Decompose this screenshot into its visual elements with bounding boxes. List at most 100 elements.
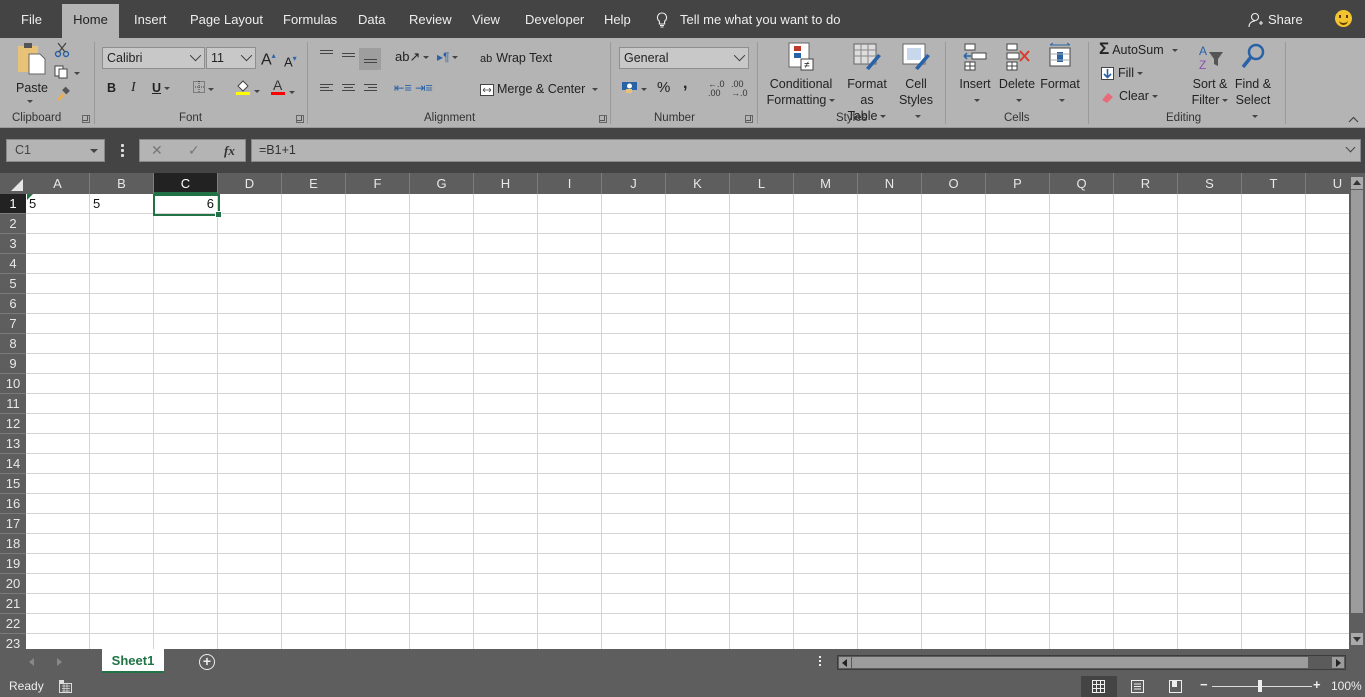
scroll-down-arrow-icon[interactable] xyxy=(1351,633,1363,645)
font-size-select[interactable]: 11 xyxy=(206,47,256,69)
share-button[interactable]: Share xyxy=(1248,4,1303,35)
row-header-2[interactable]: 2 xyxy=(0,214,26,234)
row-header-21[interactable]: 21 xyxy=(0,594,26,614)
row-header-12[interactable]: 12 xyxy=(0,414,26,434)
column-header-k[interactable]: K xyxy=(666,173,730,194)
scroll-left-arrow-icon[interactable] xyxy=(839,657,851,668)
paste-button[interactable]: Paste xyxy=(14,42,48,106)
row-header-14[interactable]: 14 xyxy=(0,454,26,474)
fill-color-button[interactable] xyxy=(235,79,260,99)
row-header-6[interactable]: 6 xyxy=(0,294,26,314)
copy-icon[interactable] xyxy=(54,65,82,79)
tab-help[interactable]: Help xyxy=(594,4,641,38)
cell-error-indicator-icon[interactable] xyxy=(27,194,33,200)
feedback-smiley-icon[interactable] xyxy=(1335,10,1352,27)
column-header-i[interactable]: I xyxy=(538,173,602,194)
bottom-align-button-active[interactable] xyxy=(359,48,381,70)
column-header-q[interactable]: Q xyxy=(1050,173,1114,194)
percent-style-button[interactable]: % xyxy=(657,80,670,96)
formula-input[interactable]: =B1+1 xyxy=(251,139,1361,162)
row-header-9[interactable]: 9 xyxy=(0,354,26,374)
tab-formulas[interactable]: Formulas xyxy=(273,4,347,38)
column-header-d[interactable]: D xyxy=(218,173,282,194)
row-header-13[interactable]: 13 xyxy=(0,434,26,454)
insert-function-fx-icon[interactable]: fx xyxy=(224,143,235,159)
accounting-format-button[interactable] xyxy=(622,81,647,97)
formula-bar-resize-handle[interactable] xyxy=(121,144,124,157)
zoom-percentage[interactable]: 100% xyxy=(1331,679,1362,693)
cell-styles-button[interactable]: Cell Styles xyxy=(896,42,936,124)
align-left-button[interactable] xyxy=(320,84,333,94)
column-header-b[interactable]: B xyxy=(90,173,154,194)
increase-font-size-button[interactable]: A▴ xyxy=(261,48,276,68)
row-header-17[interactable]: 17 xyxy=(0,514,26,534)
comma-style-button[interactable]: , xyxy=(683,76,687,92)
zoom-out-button[interactable]: − xyxy=(1200,677,1208,692)
row-header-15[interactable]: 15 xyxy=(0,474,26,494)
italic-button[interactable]: I xyxy=(131,80,136,96)
cut-scissors-icon[interactable] xyxy=(54,42,70,58)
conditional-formatting-button[interactable]: ≠ Conditional Formatting xyxy=(766,42,836,108)
underline-button[interactable]: U xyxy=(152,80,171,96)
format-cells-button[interactable]: Format xyxy=(1039,42,1081,108)
row-header-11[interactable]: 11 xyxy=(0,394,26,414)
column-header-o[interactable]: O xyxy=(922,173,986,194)
column-header-e[interactable]: E xyxy=(282,173,346,194)
row-header-5[interactable]: 5 xyxy=(0,274,26,294)
zoom-in-button[interactable]: + xyxy=(1313,677,1321,692)
fill-button[interactable]: Fill xyxy=(1101,65,1143,81)
macro-recording-icon[interactable] xyxy=(59,680,72,693)
vertical-scroll-thumb[interactable] xyxy=(1351,190,1363,613)
decrease-indent-button[interactable]: ⇤≡ xyxy=(394,80,412,96)
row-header-23[interactable]: 23 xyxy=(0,634,26,649)
row-header-10[interactable]: 10 xyxy=(0,374,26,394)
tab-data[interactable]: Data xyxy=(348,4,395,38)
sheet-tab-sheet1[interactable]: Sheet1 xyxy=(102,649,164,673)
row-header-1[interactable]: 1 xyxy=(0,194,26,214)
row-header-7[interactable]: 7 xyxy=(0,314,26,334)
tab-page-layout[interactable]: Page Layout xyxy=(180,4,273,38)
horizontal-scrollbar[interactable] xyxy=(837,655,1346,670)
tab-home[interactable]: Home xyxy=(62,4,119,38)
column-header-f[interactable]: F xyxy=(346,173,410,194)
column-header-j[interactable]: J xyxy=(602,173,666,194)
scroll-right-arrow-icon[interactable] xyxy=(1332,657,1344,668)
row-header-18[interactable]: 18 xyxy=(0,534,26,554)
next-sheet-arrow-icon[interactable] xyxy=(57,658,62,666)
column-header-u[interactable]: U xyxy=(1306,173,1349,194)
cell-a1[interactable]: 5 xyxy=(26,194,89,214)
scroll-up-arrow-icon[interactable] xyxy=(1351,177,1363,189)
row-header-16[interactable]: 16 xyxy=(0,494,26,514)
zoom-slider-thumb[interactable] xyxy=(1258,680,1262,692)
font-name-select[interactable]: Calibri xyxy=(102,47,205,69)
autosum-button[interactable]: Σ AutoSum xyxy=(1099,40,1178,58)
find-select-button[interactable]: Find & Select xyxy=(1232,42,1274,124)
column-header-r[interactable]: R xyxy=(1114,173,1178,194)
column-header-h[interactable]: H xyxy=(474,173,538,194)
cell-b1[interactable]: 5 xyxy=(90,194,153,214)
middle-align-button[interactable] xyxy=(342,53,355,63)
add-sheet-plus-icon[interactable]: + xyxy=(199,654,215,670)
normal-view-button[interactable] xyxy=(1081,676,1117,697)
tab-review[interactable]: Review xyxy=(399,4,462,38)
column-header-n[interactable]: N xyxy=(858,173,922,194)
worksheet-grid[interactable]: ABCDEFGHIJKLMNOPQRSTU 1 2 3 4 5 6 7 8 9 10 11 12 13 1… xyxy=(0,173,1349,649)
font-launcher-icon[interactable] xyxy=(296,115,304,123)
tell-me-search[interactable]: Tell me what you want to do xyxy=(656,4,840,35)
text-direction-button[interactable]: ▸¶ xyxy=(437,49,459,65)
number-launcher-icon[interactable] xyxy=(745,115,753,123)
clipboard-launcher-icon[interactable] xyxy=(82,115,90,123)
enter-check-icon[interactable]: ✓ xyxy=(188,142,200,159)
expand-formula-bar-icon[interactable] xyxy=(1345,142,1356,153)
row-header-22[interactable]: 22 xyxy=(0,614,26,634)
row-header-3[interactable]: 3 xyxy=(0,234,26,254)
increase-indent-button[interactable]: ⇥≡ xyxy=(415,80,433,96)
format-painter-icon[interactable] xyxy=(55,85,71,101)
tab-splitter-handle[interactable] xyxy=(819,656,822,668)
row-header-19[interactable]: 19 xyxy=(0,554,26,574)
column-header-t[interactable]: T xyxy=(1242,173,1306,194)
page-layout-view-button[interactable] xyxy=(1120,676,1156,697)
column-header-l[interactable]: L xyxy=(730,173,794,194)
align-center-button[interactable] xyxy=(342,84,355,94)
vertical-scrollbar[interactable] xyxy=(1349,173,1365,649)
